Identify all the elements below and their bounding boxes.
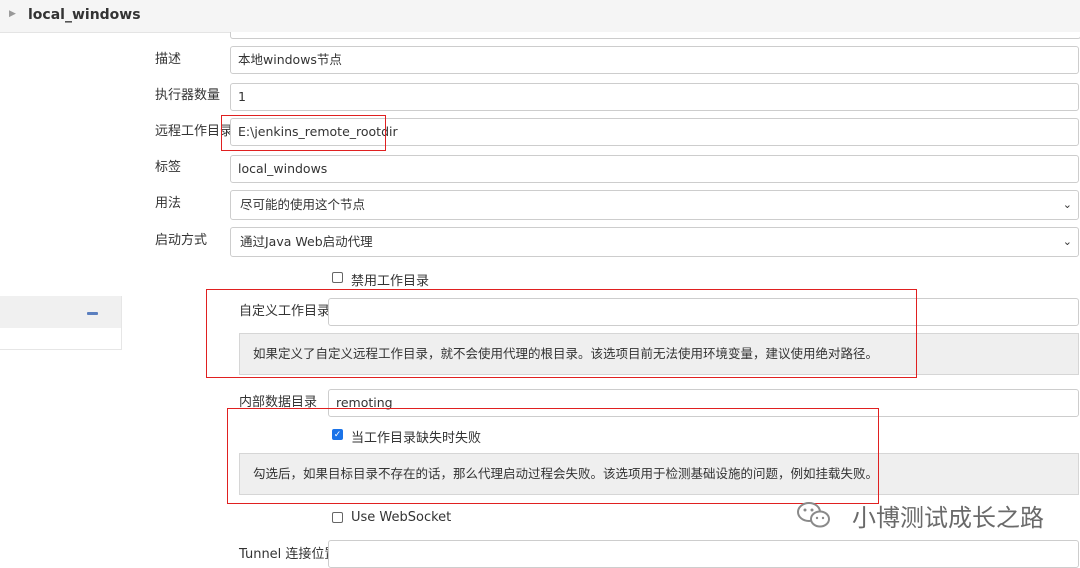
executors-input[interactable]: 1: [230, 83, 1079, 111]
use-websocket-label: Use WebSocket: [351, 510, 452, 525]
name-input-bottom-edge[interactable]: [230, 32, 1080, 39]
usage-label: 用法: [155, 196, 182, 211]
side-panel-header: [0, 296, 121, 328]
chevron-down-icon: ⌄: [1062, 198, 1072, 211]
highlight-remote-root: [221, 115, 386, 151]
tunnel-input[interactable]: [328, 540, 1079, 568]
usage-selected-value: 尽可能的使用这个节点: [240, 197, 366, 212]
launch-method-label: 启动方式: [155, 233, 208, 248]
use-websocket-checkbox[interactable]: [332, 512, 343, 523]
tunnel-label: Tunnel 连接位置: [239, 547, 338, 562]
chevron-down-icon: ⌄: [1062, 235, 1072, 248]
node-title[interactable]: local_windows: [28, 7, 141, 23]
labels-label: 标签: [155, 160, 182, 175]
watermark-text: 小博测试成长之路: [852, 504, 1044, 532]
disable-workdir-checkbox[interactable]: [332, 272, 343, 283]
usage-select[interactable]: 尽可能的使用这个节点 ⌄: [230, 190, 1079, 220]
executors-label: 执行器数量: [155, 88, 221, 103]
labels-input[interactable]: local_windows: [230, 155, 1079, 183]
launch-method-selected-value: 通过Java Web启动代理: [240, 234, 373, 249]
launch-method-select[interactable]: 通过Java Web启动代理 ⌄: [230, 227, 1079, 257]
highlight-custom-workdir: [206, 289, 917, 378]
wechat-icon: [797, 502, 830, 528]
description-input[interactable]: 本地windows节点: [230, 46, 1079, 74]
highlight-fail-if-missing: [227, 408, 879, 504]
expand-caret-icon[interactable]: ▶: [9, 9, 16, 19]
collapse-minus-icon[interactable]: [87, 312, 98, 315]
disable-workdir-label: 禁用工作目录: [351, 274, 430, 289]
description-label: 描述: [155, 52, 182, 67]
node-header: [0, 0, 1080, 33]
